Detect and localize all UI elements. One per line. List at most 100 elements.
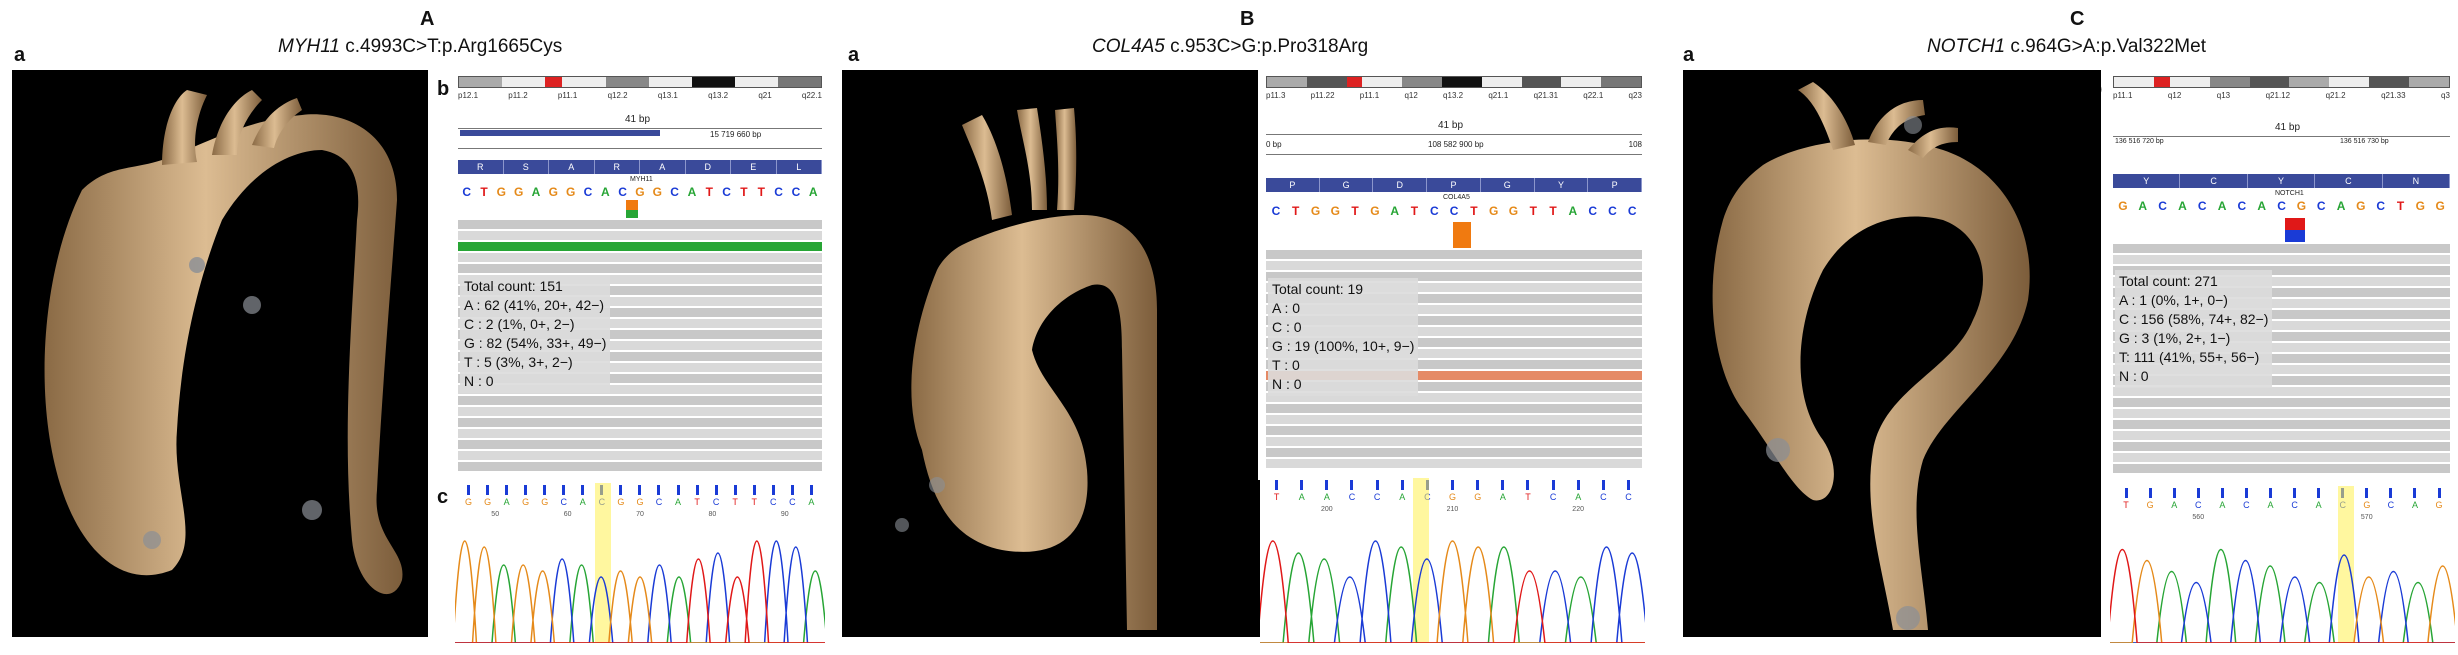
reference-base: C [1608,204,1617,218]
ruler-line [1266,154,1642,155]
amino-acid: E [731,160,777,174]
reference-base: T [1549,204,1557,218]
chromatogram-base: A [1298,492,1305,502]
count-line: N : 0 [2119,368,2149,384]
reference-base: C [2316,199,2326,213]
sequencing-read [458,242,822,251]
chromatogram-base: G [1449,492,1457,502]
right-bp-label: 108 [1628,140,1642,149]
variant-marker [2285,230,2305,242]
base-call-tick [2186,488,2210,498]
chromatogram-bases: TGACACACACGCAG [2114,500,2451,510]
panel-b: B COL4A5 c.953C>G:p.Pro318Arg a b c p11.… [830,0,1650,655]
chromatogram-base: T [1273,492,1280,502]
count-line: N : 0 [1272,376,1302,392]
sequencing-read [1266,426,1642,435]
ideogram-label: q22.1 [801,91,822,100]
reference-base: A [808,185,818,199]
aorta-rendering [1712,82,2030,631]
base-call-tick [1591,480,1616,490]
chromatogram-base: G [1474,492,1482,502]
chromatogram-traces [455,540,825,643]
amino-acid: C [2180,174,2248,188]
ideogram-label: p11.1 [557,91,578,100]
chromatogram-base: C [1625,492,1632,502]
igv-view: p12.1 p11.2 p11.1 q12.2 q13.1 q13.2 q21 … [450,70,830,480]
reference-base: G [2415,199,2425,213]
reference-base: T [2396,199,2405,213]
chromatogram-base: A [1399,492,1406,502]
reference-base: C [462,185,471,199]
chromatogram-numbers: 200 210 220 [1264,506,1641,513]
sequencing-read [2113,431,2450,440]
amino-acid: D [686,160,731,174]
sequencing-read [2113,442,2450,451]
chromatogram-position: 570 [2360,514,2373,521]
chromatogram: TGACACACACGCAG 560570 [2110,486,2455,643]
coordinate-label: 136 516 730 bp [2340,138,2389,145]
count-line: A : 0 [1272,300,1301,316]
chromatogram-trace [1260,546,1645,643]
chromatogram-trace [2110,549,2455,643]
count-line: T : 5 (3%, 3+, 2−) [464,354,573,370]
amino-acid-track: R S A R A D E L [458,160,822,174]
reference-base: C [583,185,593,199]
ct-aorta-image [12,70,428,637]
chromatogram-base: A [808,497,815,507]
base-call-tick [2114,488,2138,498]
count-line: T : 0 [1272,357,1300,373]
sequencing-read [2113,464,2450,473]
chromatogram-base: C [1549,492,1557,502]
ideogram-labels: p11.3 p11.22 p11.1 q12 q13.2 q21.1 q21.3… [1266,91,1642,101]
chromatogram-base: A [2219,500,2226,510]
chromatogram-base: A [1323,492,1330,502]
chromatogram-numbers: 50 60 70 80 90 [459,511,821,518]
reference-base: C [1627,204,1637,218]
sequencing-read [1266,261,1642,270]
chromatogram-base: A [2411,500,2418,510]
sequencing-read [458,396,822,405]
reference-base: T [1410,204,1419,218]
sequencing-read [1266,459,1642,468]
sequencing-read [2113,420,2450,429]
reference-base: T [480,185,488,199]
chromatogram-position: 70 [636,511,644,518]
igv-view: p11.1 q12 q13 q21.12 q21.2 q21.33 q3 41 … [2105,70,2458,480]
base-call-tick [573,485,592,495]
ideogram-label: q21.31 [1533,91,1559,100]
count-line: A : 62 (41%, 20+, 42−) [464,297,605,313]
reference-base: G [1488,204,1499,218]
chromatogram-position: 210 [1446,506,1459,513]
base-call-tick [1314,480,1339,490]
base-call-ticks [459,485,821,495]
reference-base: T [1529,204,1537,218]
chromatogram-base: C [655,497,663,507]
variant-marker [2285,218,2305,230]
amino-acid: D [1373,178,1428,192]
reference-base: T [1470,204,1478,218]
reference-sequence: CTGGAGGCACGGCATCTTCCA [458,184,822,200]
sequencing-read [458,231,822,240]
base-call-tick [2258,488,2282,498]
sequencing-read [1266,404,1642,413]
base-call-tick [1490,480,1515,490]
sublabel-a: a [1683,44,1695,66]
base-call-tick [478,485,497,495]
panel-letter: C [2070,8,2085,30]
chromatogram-base: C [560,497,568,507]
sequencing-read [2113,409,2450,418]
chromosome-ideogram [1266,76,1642,88]
gene-name: COL4A5 [1092,36,1165,57]
reference-base: A [2257,199,2267,213]
reference-base: G [652,185,662,199]
reference-base: C [774,185,783,199]
base-call-tick [1566,480,1591,490]
sequencing-read [458,451,822,460]
chromatogram-trace [2110,549,2455,643]
reference-base: C [1429,204,1439,218]
ideogram-label: q21.33 [2381,91,2406,100]
base-call-tick [2234,488,2258,498]
chromatogram-bases: GGAGGCACGGCATCTTCCA [459,497,821,507]
ideogram-label: q3 [2441,91,2450,100]
count-line: C : 156 (58%, 74+, 82−) [2119,311,2269,327]
